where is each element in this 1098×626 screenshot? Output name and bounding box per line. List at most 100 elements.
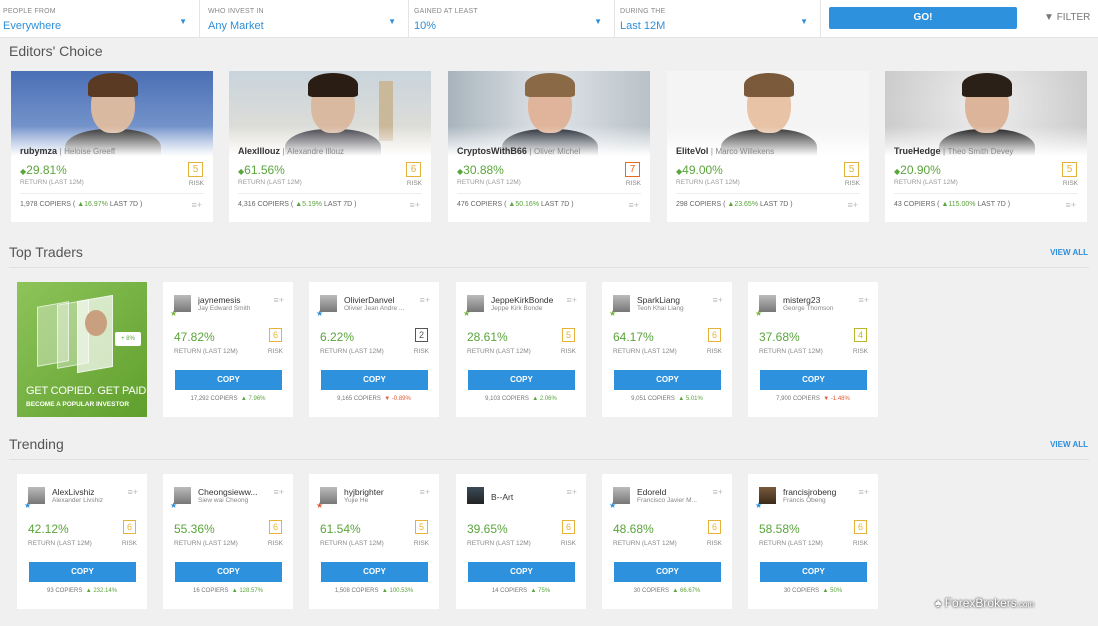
risk-score: 4 [854, 328, 867, 342]
add-to-list-icon[interactable]: ≡+ [419, 295, 430, 305]
trader-username[interactable]: francisjrobeng [783, 487, 861, 497]
copy-button[interactable]: COPY [468, 370, 575, 390]
add-to-list-icon[interactable]: ≡+ [847, 200, 858, 210]
copiers-count: 9,051 COPIERS [631, 396, 675, 402]
editor-card[interactable]: TrueHedge | Theo Smith Devey ◆20.90% RET… [885, 71, 1087, 222]
copiers-change: -1.48% [830, 396, 850, 402]
trader-gain: 58.58% [759, 522, 800, 536]
trader-card[interactable]: ★ Cheongsieww... Siew wai Cheong ≡+ 55.3… [163, 474, 293, 609]
go-button[interactable]: GO! [829, 7, 1017, 29]
trader-name: Olivier Jean Andre ... [344, 305, 405, 312]
risk-label: RISK [267, 540, 283, 547]
copy-button[interactable]: COPY [760, 370, 867, 390]
risk-score: 6 [269, 328, 282, 342]
filter-gained-at-least[interactable]: GAINED AT LEAST 10% ▼ [411, 0, 615, 38]
section-title-editors-choice: Editors' Choice [9, 43, 103, 59]
copy-button[interactable]: COPY [321, 562, 428, 582]
copy-button[interactable]: COPY [321, 370, 428, 390]
copiers-count: 298 COPIERS ( [676, 201, 726, 208]
trader-photo [229, 71, 431, 156]
risk-score: 5 [188, 162, 203, 177]
trader-username[interactable]: EliteVol [676, 146, 708, 156]
add-to-list-icon[interactable]: ≡+ [712, 295, 723, 305]
trader-card[interactable]: ★ misterg23 George Thomson ≡+ 37.68% RET… [748, 282, 878, 417]
trader-name: Francisco Javier M... [637, 497, 697, 504]
trader-username[interactable]: JeppeKirkBonde [491, 295, 569, 305]
trader-username[interactable]: B--Art [491, 492, 569, 502]
popular-investor-banner[interactable]: + 8% GET COPIED. GET PAID BECOME A POPUL… [17, 282, 147, 417]
risk-label: RISK [625, 180, 641, 187]
filter-button[interactable]: ▼ FILTER [1044, 12, 1090, 23]
section-title-trending: Trending [9, 436, 64, 452]
copy-button[interactable]: COPY [468, 562, 575, 582]
add-to-list-icon[interactable]: ≡+ [858, 487, 869, 497]
trader-card[interactable]: ★ AlexLivshiz Alexander Livshiz ≡+ 42.12… [17, 474, 147, 609]
risk-score: 6 [562, 520, 575, 534]
copiers-change: 50% [830, 588, 843, 594]
copy-button[interactable]: COPY [175, 562, 282, 582]
trader-username[interactable]: Cheongsieww... [198, 487, 276, 497]
copy-button[interactable]: COPY [614, 562, 721, 582]
filter-during-the[interactable]: DURING THE Last 12M ▼ [617, 0, 821, 38]
copy-button[interactable]: COPY [760, 562, 867, 582]
up-arrow-icon: ▲ [672, 588, 679, 594]
add-to-list-icon[interactable]: ≡+ [566, 295, 577, 305]
trader-username[interactable]: Edoreld [637, 487, 715, 497]
filter-people-from[interactable]: PEOPLE FROM Everywhere ▼ [0, 0, 200, 38]
trader-card[interactable]: ★ OlivierDanvel Olivier Jean Andre ... ≡… [309, 282, 439, 417]
view-all-link[interactable]: VIEW ALL [1050, 248, 1088, 257]
period-label: LAST 7D ) [323, 201, 357, 208]
risk-label: RISK [560, 348, 576, 355]
copy-button[interactable]: COPY [614, 370, 721, 390]
trader-card[interactable]: ★ hyjbrighter Yujie He ≡+ 61.54% RETURN … [309, 474, 439, 609]
add-to-list-icon[interactable]: ≡+ [127, 487, 138, 497]
add-to-list-icon[interactable]: ≡+ [628, 200, 639, 210]
trader-username[interactable]: misterg23 [783, 295, 861, 305]
trader-card[interactable]: ★ JeppeKirkBonde Jeppe Kirk Bonde ≡+ 28.… [456, 282, 586, 417]
risk-score: 6 [708, 328, 721, 342]
trader-name: Theo Smith Devey [947, 147, 1014, 156]
add-to-list-icon[interactable]: ≡+ [566, 487, 577, 497]
trader-username[interactable]: OlivierDanvel [344, 295, 422, 305]
trader-username[interactable]: hyjbrighter [344, 487, 422, 497]
trader-photo [11, 71, 213, 156]
trader-card[interactable]: ★ Edoreld Francisco Javier M... ≡+ 48.68… [602, 474, 732, 609]
trader-card[interactable]: B--Art ≡+ 39.65% RETURN (LAST 12M) 6 RIS… [456, 474, 586, 609]
period-label: LAST 7D ) [977, 201, 1011, 208]
trader-gain: 29.81% [26, 163, 67, 177]
view-all-link[interactable]: VIEW ALL [1050, 440, 1088, 449]
trader-gain: 6.22% [320, 330, 355, 344]
trader-username[interactable]: AlexIllouz [238, 146, 280, 156]
copy-button[interactable]: COPY [29, 562, 136, 582]
add-to-list-icon[interactable]: ≡+ [419, 487, 430, 497]
editor-card[interactable]: CryptosWithB66 | Oliver Michel ◆30.88% R… [448, 71, 650, 222]
add-to-list-icon[interactable]: ≡+ [858, 295, 869, 305]
trader-username[interactable]: SparkLiang [637, 295, 715, 305]
add-to-list-icon[interactable]: ≡+ [191, 200, 202, 210]
risk-label: RISK [413, 348, 429, 355]
trader-username[interactable]: AlexLivshiz [52, 487, 130, 497]
editor-card[interactable]: EliteVol | Marco Willekens ◆49.00% RETUR… [667, 71, 869, 222]
add-to-list-icon[interactable]: ≡+ [1065, 200, 1076, 210]
add-to-list-icon[interactable]: ≡+ [712, 487, 723, 497]
add-to-list-icon[interactable]: ≡+ [273, 487, 284, 497]
trader-gain: 37.68% [759, 330, 800, 344]
add-to-list-icon[interactable]: ≡+ [273, 295, 284, 305]
filter-value: 10% [414, 20, 437, 32]
trader-card[interactable]: ★ SparkLiang Teoh Khai Liang ≡+ 64.17% R… [602, 282, 732, 417]
filter-invest-in[interactable]: WHO INVEST IN Any Market ▼ [205, 0, 409, 38]
trader-card[interactable]: ★ jaynemesis Jay Edward Smith ≡+ 47.82% … [163, 282, 293, 417]
trader-name: Yujie He [344, 497, 369, 504]
trader-username[interactable]: TrueHedge [894, 146, 941, 156]
risk-score: 7 [625, 162, 640, 177]
trader-card[interactable]: ★ francisjrobeng Francis Obeng ≡+ 58.58%… [748, 474, 878, 609]
period-label: LAST 7D ) [109, 201, 143, 208]
editor-card[interactable]: rubymza | Heloise Greeff ◆29.81% RETURN … [11, 71, 213, 222]
trader-username[interactable]: rubymza [20, 146, 57, 156]
trader-username[interactable]: jaynemesis [198, 295, 276, 305]
editor-card[interactable]: AlexIllouz | Alexandre Illouz ◆61.56% RE… [229, 71, 431, 222]
copy-button[interactable]: COPY [175, 370, 282, 390]
risk-score: 6 [854, 520, 867, 534]
add-to-list-icon[interactable]: ≡+ [409, 200, 420, 210]
trader-username[interactable]: CryptosWithB66 [457, 146, 527, 156]
